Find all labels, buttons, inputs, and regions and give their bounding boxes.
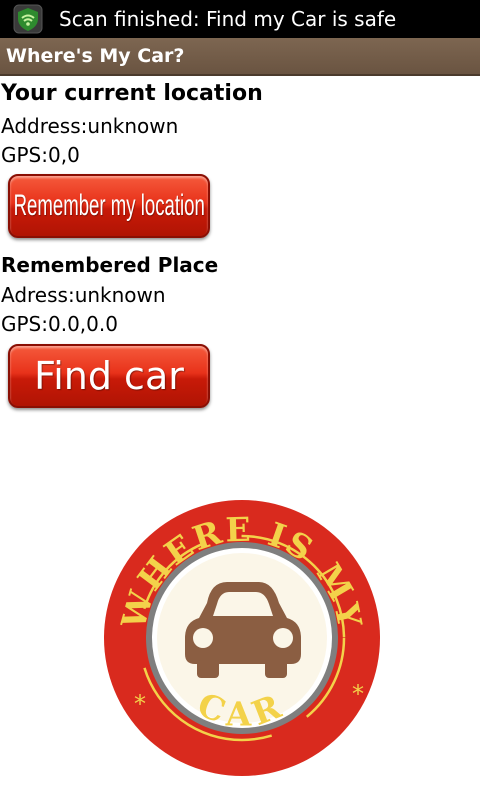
remembered-gps-text: GPS:0.0,0.0 xyxy=(1,312,118,336)
current-gps-text: GPS:0,0 xyxy=(1,143,80,167)
status-notification-text: Scan finished: Find my Car is safe xyxy=(59,7,397,31)
remember-location-button[interactable]: Remember my location xyxy=(8,174,210,238)
logo-star-right: * xyxy=(352,680,364,708)
current-address-text: Address:unknown xyxy=(1,114,179,138)
current-location-heading: Your current location xyxy=(1,81,263,106)
remember-location-button-label: Remember my location xyxy=(13,189,205,222)
find-car-button[interactable]: Find car xyxy=(8,344,210,408)
find-car-button-label: Find car xyxy=(34,354,184,398)
security-shield-icon xyxy=(13,4,43,34)
status-bar: Scan finished: Find my Car is safe xyxy=(0,0,480,38)
logo-star-left: * xyxy=(134,690,146,718)
remembered-address-text: Adress:unknown xyxy=(1,283,166,307)
remembered-place-heading: Remembered Place xyxy=(1,253,219,277)
app-title-bar: Where's My Car? xyxy=(0,38,480,76)
where-is-my-car-logo: WHERE IS MY CAR * * xyxy=(101,500,383,776)
app-title: Where's My Car? xyxy=(6,45,185,67)
